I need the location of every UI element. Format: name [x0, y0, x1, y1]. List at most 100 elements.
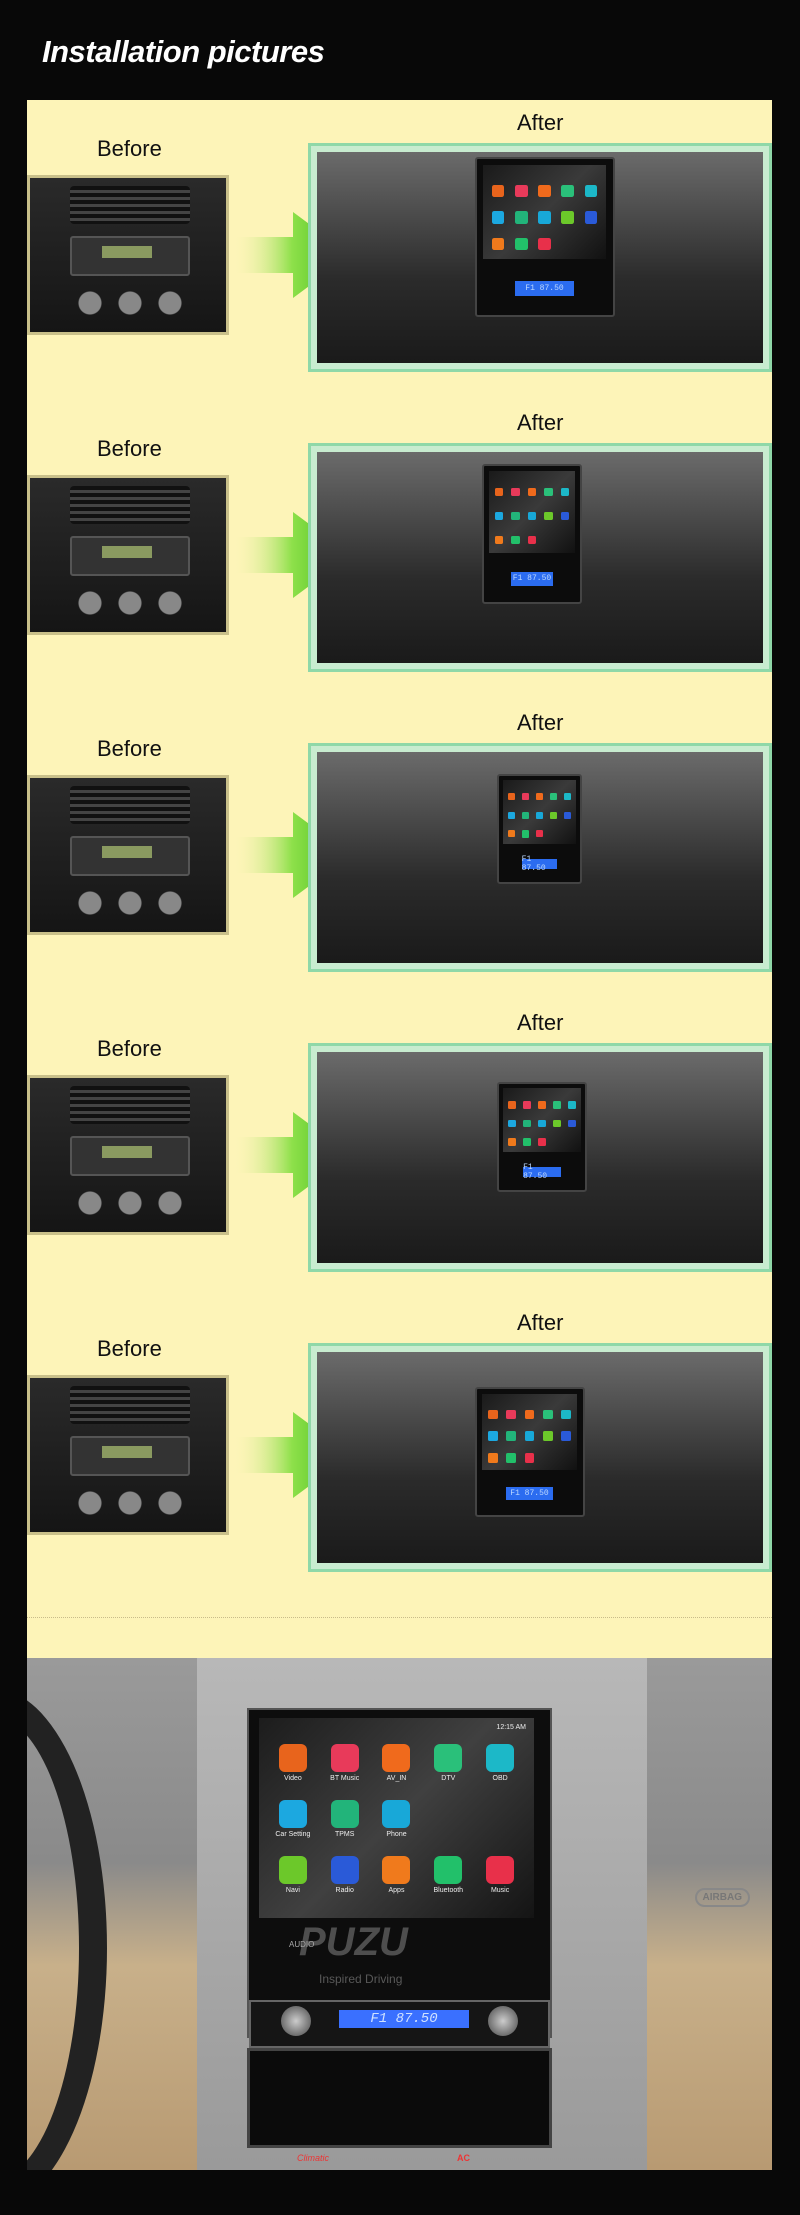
grid-spacer — [474, 1800, 526, 1856]
app-label: Phone — [386, 1831, 407, 1838]
app-tpms[interactable]: TPMS — [319, 1800, 371, 1856]
app-tile — [547, 788, 559, 805]
after-photo-frame: F1 87.50 — [308, 743, 772, 972]
app-tile — [487, 232, 508, 256]
app-dtv[interactable]: DTV — [422, 1744, 474, 1800]
film-icon — [491, 184, 505, 198]
app-bt-music[interactable]: BT Music — [319, 1744, 371, 1800]
tire-icon — [330, 1800, 359, 1828]
navigation-icon — [561, 211, 575, 224]
stock-radio — [70, 1436, 190, 1476]
app-label: Video — [284, 1775, 302, 1782]
app-video[interactable]: Video — [267, 1744, 319, 1800]
music-icon — [524, 1452, 535, 1463]
head-unit-screen: 12:15 AM Video BT Music AV_IN DTV OBD Car Set… — [259, 1718, 534, 1918]
app-label: TPMS — [334, 1831, 355, 1838]
app-tile — [487, 179, 508, 203]
app-tile — [534, 232, 555, 256]
app-tile — [521, 1448, 537, 1468]
app-tile — [557, 205, 578, 229]
app-tile — [485, 1405, 501, 1425]
app-obd[interactable]: OBD — [474, 1744, 526, 1800]
app-tile — [541, 481, 556, 503]
tv-icon — [552, 1101, 561, 1109]
head-unit-screen — [483, 165, 606, 259]
film-icon — [488, 1409, 498, 1420]
app-av-in[interactable]: AV_IN — [371, 1744, 423, 1800]
app-car-setting[interactable]: Car Setting — [267, 1800, 319, 1856]
film-icon — [278, 1744, 307, 1772]
radio-display: F1 87.50 — [514, 280, 575, 297]
bluetooth-icon — [511, 535, 520, 545]
head-unit-screen — [503, 1088, 581, 1152]
stock-radio — [70, 1136, 190, 1176]
bluetooth-icon — [506, 1452, 517, 1463]
app-label: BT Music — [330, 1775, 360, 1782]
app-bluetooth[interactable]: Bluetooth — [422, 1856, 474, 1912]
app-tile — [521, 1134, 534, 1150]
app-radio[interactable]: Radio — [319, 1856, 371, 1912]
head-unit: F1 87.50 — [474, 157, 615, 317]
bluetooth-icon — [434, 1856, 463, 1884]
radio-display: F1 87.50 — [510, 572, 554, 586]
air-vents — [70, 486, 190, 524]
steering-wheel — [27, 1688, 107, 2170]
ac-label: AC — [457, 2153, 470, 2163]
climate-knobs — [75, 888, 185, 918]
volume-knob[interactable] — [281, 2006, 311, 2036]
apps-grid-icon — [508, 1138, 517, 1146]
apps-grid-icon — [491, 237, 505, 251]
phone-icon — [538, 211, 551, 224]
stock-radio — [70, 836, 190, 876]
gear-icon — [491, 211, 505, 224]
tire-icon — [506, 1431, 517, 1441]
app-tile — [558, 481, 573, 503]
tagline: Inspired Driving — [319, 1972, 403, 1986]
after-label: After — [517, 410, 564, 435]
film-icon — [507, 793, 516, 801]
climatic-label: Climatic — [297, 2153, 330, 2163]
gear-icon — [494, 511, 504, 521]
brand-watermark: PUZU — [299, 1920, 408, 1964]
app-navi[interactable]: Navi — [267, 1856, 319, 1912]
air-vents — [70, 1386, 190, 1424]
after-label: After — [517, 710, 564, 735]
app-phone[interactable]: Phone — [371, 1800, 423, 1856]
app-tile — [508, 529, 523, 551]
app-tile — [558, 1405, 574, 1425]
climate-knobs — [75, 1188, 185, 1218]
head-unit-screen — [488, 471, 576, 554]
stock-radio — [70, 536, 190, 576]
music-icon — [538, 237, 551, 251]
apps-grid-icon — [488, 1452, 498, 1463]
obd-icon — [560, 487, 570, 497]
tune-knob[interactable] — [488, 2006, 518, 2036]
after-photo: F1 87.50 — [317, 752, 763, 963]
after-photo-frame: F1 87.50 — [308, 1343, 772, 1572]
app-label: AV_IN — [386, 1775, 407, 1782]
app-tile — [521, 1097, 534, 1113]
app-music[interactable]: Music — [474, 1856, 526, 1912]
air-vents — [70, 786, 190, 824]
app-tile — [562, 807, 574, 824]
tv-icon — [544, 487, 553, 497]
tire-icon — [523, 1119, 531, 1128]
app-tile — [503, 1426, 519, 1446]
after-photo-frame: F1 87.50 — [308, 143, 772, 372]
app-tile — [580, 205, 601, 229]
app-tile — [525, 529, 540, 551]
radio-display: F1 87.50 — [523, 1163, 561, 1181]
app-tile — [558, 1426, 574, 1446]
after-photo: F1 87.50 — [317, 152, 763, 363]
app-apps[interactable]: Apps — [371, 1856, 423, 1912]
app-tile — [580, 179, 601, 203]
av-plug-icon — [382, 1744, 411, 1772]
app-tile — [511, 179, 532, 203]
after-photo-frame: F1 87.50 — [308, 1043, 772, 1272]
air-vents — [70, 1086, 190, 1124]
navigation-icon — [278, 1856, 307, 1884]
tv-icon — [561, 184, 575, 198]
gear-icon — [507, 811, 516, 819]
gear-icon — [488, 1431, 498, 1441]
app-tile — [508, 481, 523, 503]
